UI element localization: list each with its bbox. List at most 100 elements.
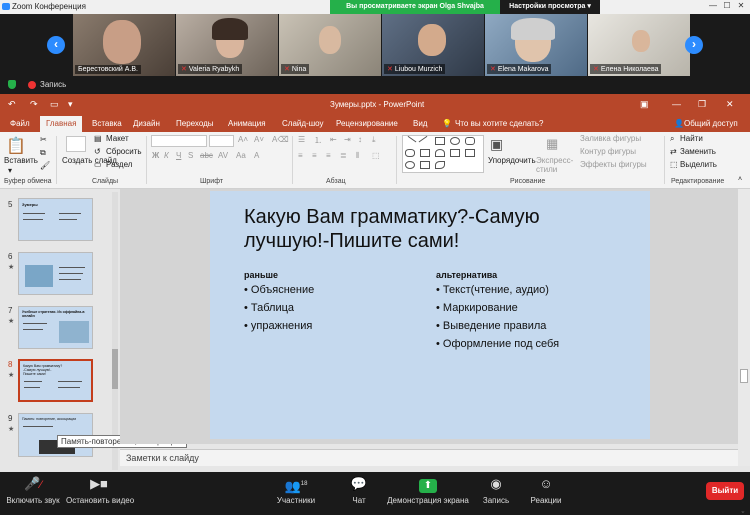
quick-styles-icon[interactable]: ▦ xyxy=(546,136,558,152)
redo-icon[interactable]: ↷ xyxy=(30,99,38,110)
layout-button[interactable]: Макет xyxy=(106,134,129,143)
paste-icon[interactable]: 📋 xyxy=(6,136,26,156)
slide-thumbnail[interactable]: Учебные стратегии. Из оффлайна-в онлайн xyxy=(18,306,93,349)
section-button[interactable]: Раздел xyxy=(106,160,132,169)
paste-button[interactable]: Вставить xyxy=(4,156,38,165)
star-shape-icon[interactable] xyxy=(465,149,475,157)
bracket-shape-icon[interactable] xyxy=(420,161,430,169)
strip-next-button[interactable]: › xyxy=(685,36,703,54)
stop-video-button[interactable]: ▶■ Остановить видео xyxy=(66,476,134,505)
ppt-minimize-icon[interactable]: — xyxy=(672,99,681,109)
shrink-font-icon[interactable]: A˅ xyxy=(254,135,264,144)
align-left-icon[interactable]: ≡ xyxy=(298,151,303,160)
tab-insert[interactable]: Вставка xyxy=(92,119,122,128)
brace-shape-icon[interactable] xyxy=(405,161,415,169)
strikethrough-icon[interactable]: abc xyxy=(200,151,213,160)
shadow-icon[interactable]: S xyxy=(188,151,193,160)
reactions-button[interactable]: ☺ Реакции xyxy=(526,476,566,505)
right-column-heading[interactable]: альтернатива xyxy=(436,270,497,280)
slide-thumbnail[interactable]: Зумеры xyxy=(18,198,93,241)
left-bullet[interactable]: • Таблица xyxy=(244,302,294,314)
unmute-button[interactable]: 🎤⁄ Включить звук xyxy=(4,476,62,505)
current-slide[interactable]: Какую Вам грамматику?-Самую лучшую!-Пиши… xyxy=(210,191,650,439)
align-right-icon[interactable]: ≡ xyxy=(326,151,331,160)
copy-icon[interactable]: ⧉ xyxy=(40,148,46,158)
quick-styles-button[interactable]: Экспресс-стили xyxy=(536,156,576,174)
decrease-indent-icon[interactable]: ⇤ xyxy=(330,135,337,144)
slide-scroll-thumb[interactable] xyxy=(740,369,748,383)
char-spacing-icon[interactable]: AV xyxy=(218,151,228,160)
tab-view[interactable]: Вид xyxy=(413,119,427,128)
share-screen-button[interactable]: ⬆ Демонстрация экрана xyxy=(386,476,470,505)
left-bullet[interactable]: • Объяснение xyxy=(244,284,314,296)
participant-tile[interactable]: ✕ Liubou Murzich xyxy=(382,14,484,76)
text-direction-icon[interactable]: ⤓ xyxy=(372,135,376,145)
align-center-icon[interactable]: ≡ xyxy=(312,151,317,160)
clear-formatting-icon[interactable]: A⌫ xyxy=(272,135,289,144)
participant-tile[interactable]: ✕ Nina xyxy=(279,14,381,76)
oval-shape-icon[interactable] xyxy=(450,137,460,145)
underline-icon[interactable]: Ч xyxy=(176,151,181,160)
right-bullet[interactable]: • Выведение правила xyxy=(436,320,546,332)
ribbon-display-icon[interactable]: ▣ xyxy=(640,99,649,110)
new-slide-icon[interactable] xyxy=(66,136,86,152)
security-shield-icon[interactable] xyxy=(8,80,16,89)
view-settings-button[interactable]: Настройки просмотра ▾ xyxy=(500,0,600,14)
ppt-close-icon[interactable]: ✕ xyxy=(726,99,734,110)
arrange-button[interactable]: Упорядочить xyxy=(488,156,536,165)
change-case-icon[interactable]: Aa xyxy=(236,151,246,160)
chat-button[interactable]: 💬 Чат xyxy=(344,476,374,505)
slide-title[interactable]: Какую Вам грамматику?-Самую лучшую!-Пиши… xyxy=(244,205,624,253)
thumbnails-scroll-thumb[interactable] xyxy=(112,349,118,389)
left-bullet[interactable]: • упражнения xyxy=(244,320,312,332)
line-spacing-icon[interactable]: ↕ xyxy=(358,135,362,144)
tab-animations[interactable]: Анимация xyxy=(228,119,266,128)
arrow-shape-icon[interactable] xyxy=(450,149,460,157)
justify-icon[interactable]: ≣ xyxy=(340,151,347,160)
font-family-select[interactable] xyxy=(151,135,207,147)
ppt-restore-icon[interactable]: ❐ xyxy=(698,99,706,110)
slide-thumbnail[interactable] xyxy=(18,252,93,295)
shape-outline-button[interactable]: Контур фигуры xyxy=(580,147,636,156)
slide-scrollbar[interactable]: ⇞ ⇟ xyxy=(738,189,750,515)
italic-icon[interactable]: К xyxy=(164,151,169,160)
thumbnails-scrollbar[interactable] xyxy=(112,192,118,470)
font-color-icon[interactable]: A xyxy=(254,151,259,160)
tab-review[interactable]: Рецензирование xyxy=(336,119,398,128)
tab-slideshow[interactable]: Слайд-шоу xyxy=(282,119,323,128)
shape-fill-button[interactable]: Заливка фигуры xyxy=(580,134,641,143)
arc-shape-icon[interactable] xyxy=(435,149,445,157)
participant-tile[interactable]: ✕ Елена Николаева xyxy=(588,14,690,76)
arrange-icon[interactable]: ▣ xyxy=(490,136,503,153)
customize-toolbar-icon[interactable]: ▾ xyxy=(68,99,73,110)
collapse-ribbon-icon[interactable]: ˄ xyxy=(738,176,742,183)
right-bullet[interactable]: • Оформление под себя xyxy=(436,338,559,350)
tab-transitions[interactable]: Переходы xyxy=(176,119,214,128)
participant-tile[interactable]: ✕ Valeria Ryabykh xyxy=(176,14,278,76)
participant-tile[interactable]: Берестовский А.В. xyxy=(73,14,175,76)
share-button[interactable]: Общий доступ xyxy=(684,119,738,128)
tab-design[interactable]: Дизайн xyxy=(133,119,160,128)
close-icon[interactable]: ✕ xyxy=(736,1,746,11)
minimize-icon[interactable]: — xyxy=(708,1,718,11)
bullets-icon[interactable]: ☰ xyxy=(298,135,305,144)
cut-icon[interactable]: ✂ xyxy=(40,135,47,144)
slideshow-start-icon[interactable]: ▭ xyxy=(50,99,59,110)
tab-home[interactable]: Главная xyxy=(40,116,83,132)
smartart-icon[interactable]: ⬚ xyxy=(372,151,380,160)
shape-effects-button[interactable]: Эффекты фигуры xyxy=(580,160,647,169)
numbering-icon[interactable]: ⒈ xyxy=(314,135,322,146)
format-painter-icon[interactable]: 🖌 xyxy=(40,161,50,170)
curve-shape-icon[interactable] xyxy=(435,161,445,169)
font-size-select[interactable] xyxy=(209,135,234,147)
leave-button[interactable]: Выйти xyxy=(706,482,744,500)
maximize-icon[interactable]: ☐ xyxy=(722,1,732,11)
strip-prev-button[interactable]: ‹ xyxy=(47,36,65,54)
increase-indent-icon[interactable]: ⇥ xyxy=(344,135,351,144)
rounded-rect-shape-icon[interactable] xyxy=(465,137,475,145)
reset-button[interactable]: Сбросить xyxy=(106,147,142,156)
slide-thumbnail-selected[interactable]: Какую Вам грамматику?-Самую лучшую!-Пиши… xyxy=(18,359,93,402)
left-column-heading[interactable]: раньше xyxy=(244,270,278,280)
record-button[interactable]: ◉ Запись xyxy=(478,476,514,505)
tell-me-input[interactable]: Что вы хотите сделать? xyxy=(455,119,543,128)
